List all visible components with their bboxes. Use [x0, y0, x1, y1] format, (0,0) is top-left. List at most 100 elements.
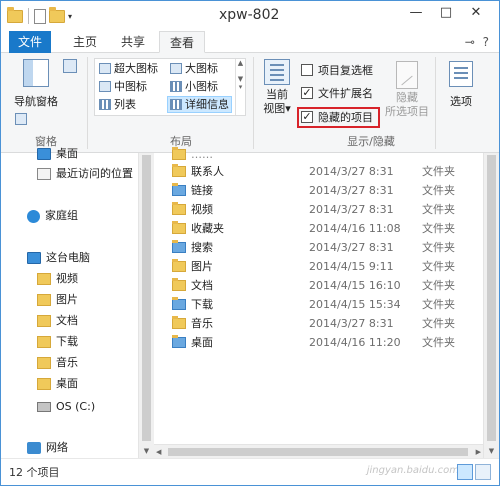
options-icon	[449, 61, 473, 87]
list-scroll-thumb[interactable]	[487, 155, 496, 441]
details-pane-icon[interactable]	[15, 113, 27, 125]
maximize-button[interactable]: □	[431, 3, 461, 23]
properties-icon[interactable]	[34, 8, 46, 24]
nav-item-pictures[interactable]: 图片	[37, 291, 78, 309]
preview-pane-icon[interactable]	[63, 59, 77, 73]
item-checkboxes-label: 项目复选框	[318, 64, 373, 77]
file-date: 2014/3/27 8:31	[309, 241, 394, 254]
table-row[interactable]: 视频 2014/3/27 8:31 文件夹	[154, 200, 481, 219]
nav-item-desktop[interactable]: 桌面	[37, 145, 78, 163]
nav-item-label: 文档	[56, 314, 78, 327]
tab-view[interactable]: 查看	[159, 31, 206, 53]
table-row[interactable]: 收藏夹 2014/4/16 11:08 文件夹	[154, 219, 481, 238]
new-folder-icon[interactable]	[49, 6, 65, 23]
file-name: 搜索	[191, 241, 213, 254]
layout-medium-icons[interactable]: 中图标	[97, 78, 149, 95]
file-extensions-label: 文件扩展名	[318, 87, 373, 100]
tab-share[interactable]: 共享	[111, 31, 155, 53]
hide-selected-icon	[396, 61, 418, 89]
nav-item-this-pc[interactable]: 这台电脑	[27, 249, 90, 267]
file-name: 桌面	[191, 336, 213, 349]
tab-home[interactable]: 主页	[63, 31, 107, 53]
nav-item-videos[interactable]: 视频	[37, 270, 78, 288]
scroll-right-icon[interactable]: ▶	[476, 445, 481, 459]
customize-toolbar-icon[interactable]: ▾	[68, 12, 72, 21]
nav-item-network[interactable]: 网络	[27, 439, 68, 457]
layout-label: 详细信息	[185, 98, 229, 111]
layout-list[interactable]: 列表	[97, 96, 138, 113]
nav-item-label: 视频	[56, 272, 78, 285]
nav-item-os-c[interactable]: OS (C:)	[37, 398, 95, 416]
nav-item-desktop2[interactable]: 桌面	[37, 375, 78, 393]
scroll-down-icon[interactable]: ▼	[484, 444, 499, 458]
layout-scroll-icon[interactable]: ▲ ▼ ▾	[235, 59, 245, 115]
window-title: xpw-802	[219, 7, 280, 23]
searches-folder-icon	[172, 240, 186, 253]
file-type: 文件夹	[422, 317, 455, 330]
options-label: 选项	[450, 95, 472, 108]
file-type: 文件夹	[422, 184, 455, 197]
layout-details[interactable]: 详细信息	[167, 96, 232, 113]
nav-scrollbar[interactable]: ▼	[138, 153, 154, 458]
layout-large-icons[interactable]: 大图标	[168, 60, 220, 77]
details-icon	[170, 99, 182, 110]
nav-item-music[interactable]: 音乐	[37, 354, 78, 372]
item-checkboxes-toggle[interactable]: 项目复选框	[301, 61, 373, 79]
nav-item-label: 图片	[56, 293, 78, 306]
table-row[interactable]: 链接 2014/3/27 8:31 文件夹	[154, 181, 481, 200]
nav-item-label: 下载	[56, 335, 78, 348]
current-view-icon	[264, 59, 290, 85]
item-checkboxes-checkbox[interactable]	[301, 64, 313, 76]
file-list: …… 联系人 2014/3/27 8:31 文件夹 链接 2014/3/27 8…	[154, 147, 499, 458]
folder-icon	[37, 315, 51, 327]
status-bar: 12 个项目 jingyan.baidu.com	[1, 458, 499, 485]
network-icon	[27, 442, 41, 454]
nav-item-homegroup[interactable]: 家庭组	[27, 207, 78, 225]
nav-item-label: 桌面	[56, 147, 78, 160]
table-row[interactable]: 文档 2014/4/15 16:10 文件夹	[154, 276, 481, 295]
options-button[interactable]: 选项	[441, 61, 481, 109]
recent-icon	[37, 168, 51, 180]
current-view-button[interactable]: 当前 视图▾	[258, 59, 296, 116]
nav-item-label: 家庭组	[45, 209, 78, 222]
table-row[interactable]: 联系人 2014/3/27 8:31 文件夹	[154, 162, 481, 181]
ribbon-tabs: 文件 主页 共享 查看 ⊸ ?	[1, 31, 499, 53]
nav-item-recent[interactable]: 最近访问的位置	[37, 165, 133, 183]
table-row[interactable]: 图片 2014/4/15 9:11 文件夹	[154, 257, 481, 276]
list-scrollbar[interactable]: ▼	[483, 153, 499, 458]
scroll-down-icon[interactable]: ▼	[139, 444, 154, 458]
details-view-icon[interactable]	[457, 464, 473, 480]
nav-scroll-thumb[interactable]	[142, 155, 151, 441]
layout-label: 大图标	[185, 62, 218, 75]
layout-small-icons[interactable]: 小图标	[168, 78, 220, 95]
hide-selected-line2: 所选项目	[385, 105, 429, 118]
videos-folder-icon	[172, 202, 186, 215]
table-row[interactable]: 下载 2014/4/15 15:34 文件夹	[154, 295, 481, 314]
file-name: 收藏夹	[191, 222, 224, 235]
file-extensions-checkbox[interactable]: ✓	[301, 87, 313, 99]
minimize-button[interactable]: —	[401, 3, 431, 23]
close-button[interactable]: ✕	[461, 3, 491, 23]
file-date: 2014/3/27 8:31	[309, 165, 394, 178]
file-name: 图片	[191, 260, 213, 273]
ribbon-help-icon[interactable]: ⊸ ?	[465, 35, 491, 49]
hide-selected-button[interactable]: 隐藏 所选项目	[383, 61, 431, 119]
file-extensions-toggle[interactable]: ✓ 文件扩展名	[301, 84, 373, 102]
file-date: 2014/4/15 9:11	[309, 260, 394, 273]
large-icons-view-icon[interactable]	[475, 464, 491, 480]
tab-file[interactable]: 文件	[9, 31, 51, 53]
nav-pane-button[interactable]: 导航窗格	[11, 57, 61, 109]
nav-item-downloads[interactable]: 下载	[37, 333, 78, 351]
scroll-left-icon[interactable]: ◀	[156, 445, 161, 459]
group-separator	[253, 57, 254, 149]
table-row[interactable]: 桌面 2014/4/16 11:20 文件夹	[154, 333, 481, 352]
current-view-line2: 视图	[263, 102, 286, 115]
hscroll-thumb[interactable]	[168, 448, 468, 456]
nav-item-documents[interactable]: 文档	[37, 312, 78, 330]
file-name: 文档	[191, 279, 213, 292]
table-row[interactable]: 搜索 2014/3/27 8:31 文件夹	[154, 238, 481, 257]
table-row[interactable]: 音乐 2014/3/27 8:31 文件夹	[154, 314, 481, 333]
nav-item-label: 音乐	[56, 356, 78, 369]
layout-extra-large-icons[interactable]: 超大图标	[97, 60, 160, 77]
horizontal-scrollbar[interactable]: ◀ ▶	[154, 444, 483, 458]
